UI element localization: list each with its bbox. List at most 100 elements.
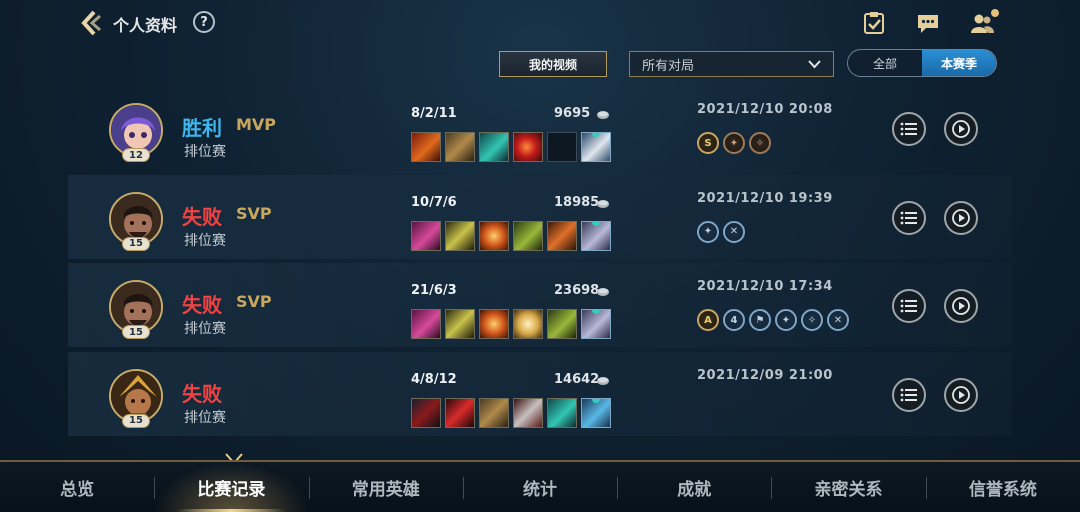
champion-level: 15 <box>122 236 150 251</box>
match-timestamp: 2021/12/10 19:39 <box>697 190 833 206</box>
achievement-badges: S ✦ ✧ <box>697 132 771 154</box>
item-slot[interactable] <box>479 397 509 428</box>
trinket-slot[interactable] <box>581 309 611 340</box>
task-check-icon[interactable] <box>861 10 887 36</box>
item-slot[interactable] <box>445 309 475 340</box>
match-detail-button[interactable] <box>892 377 926 412</box>
tab-common-heroes[interactable]: 常用英雄 <box>308 462 463 512</box>
match-type-select[interactable]: 所有对局 <box>629 51 834 77</box>
item-slot[interactable] <box>513 397 543 428</box>
list-icon <box>900 299 917 313</box>
season-toggle[interactable]: 全部 本赛季 <box>847 49 997 77</box>
tab-match-history[interactable]: 比赛记录 <box>154 462 309 512</box>
item-slot[interactable] <box>547 397 577 428</box>
match-row[interactable]: 12 胜利 MVP 排位赛 8/2/11 9695 2021/12/10 20:… <box>68 86 1012 170</box>
replay-button[interactable] <box>944 377 978 412</box>
replay-button[interactable] <box>944 112 978 146</box>
chat-icon[interactable] <box>915 10 941 36</box>
item-slot[interactable] <box>547 220 577 251</box>
item-slot[interactable] <box>445 132 475 162</box>
gold-coin-icon <box>597 288 609 297</box>
item-slot[interactable] <box>513 132 543 162</box>
tab-honor-system[interactable]: 信誉系统 <box>925 462 1080 512</box>
gold-earned: 23698 <box>554 283 600 299</box>
chevron-left-icon[interactable] <box>80 10 104 36</box>
item-slot-empty[interactable] <box>547 132 577 162</box>
trinket-slot[interactable] <box>581 397 611 428</box>
badge-icon: 4 <box>723 309 745 332</box>
trinket-slot[interactable] <box>581 132 611 162</box>
match-detail-button[interactable] <box>892 200 926 235</box>
badge-icon: ✦ <box>697 220 719 243</box>
match-row[interactable]: 15 失败 SVP 排位赛 21/6/3 23698 2021/12/10 17… <box>68 263 1012 348</box>
kda: 21/6/3 <box>411 283 457 299</box>
season-option-current[interactable]: 本赛季 <box>922 50 996 76</box>
item-slot[interactable] <box>445 397 475 428</box>
gold-coin-icon <box>597 111 609 119</box>
match-row[interactable]: 15 失败 排位赛 4/8/12 14642 2021/12/09 21:00 <box>68 351 1012 436</box>
badge-icon: ✧ <box>749 132 771 154</box>
item-slot[interactable] <box>479 220 509 251</box>
item-slot[interactable] <box>445 220 475 251</box>
match-result: 胜利 <box>182 116 222 140</box>
achievement-badges: A 4 ⚑ ✦ ✧ ✕ <box>697 309 849 332</box>
replay-icon <box>952 297 970 316</box>
match-result: 失败 <box>182 204 222 229</box>
tab-statistics[interactable]: 统计 <box>462 462 617 512</box>
svp-tag: SVP <box>236 292 272 312</box>
my-video-button[interactable]: 我的视频 <box>499 51 607 77</box>
top-bar: 个人资料 ? <box>0 0 1080 46</box>
replay-button[interactable] <box>944 289 978 324</box>
item-slot[interactable] <box>411 397 441 428</box>
notification-dot <box>991 9 999 17</box>
season-option-all[interactable]: 全部 <box>848 50 922 76</box>
item-slot[interactable] <box>411 309 441 340</box>
game-mode: 排位赛 <box>184 409 226 426</box>
tab-achievements[interactable]: 成就 <box>617 462 771 512</box>
match-result: 失败 <box>182 293 222 318</box>
item-slot[interactable] <box>513 309 543 340</box>
bottom-nav: 总览 比赛记录 常用英雄 统计 成就 亲密关系 信誉系统 <box>0 460 1080 512</box>
list-icon <box>900 122 917 136</box>
item-build <box>411 309 611 340</box>
tab-overview[interactable]: 总览 <box>0 462 154 512</box>
tab-relationships[interactable]: 亲密关系 <box>771 462 925 512</box>
gold-coin-icon <box>597 376 609 385</box>
badge-icon: S <box>697 132 719 154</box>
badge-icon: ✕ <box>827 309 849 332</box>
kda: 10/7/6 <box>411 194 457 210</box>
match-detail-button[interactable] <box>892 289 926 324</box>
badge-icon: ⚑ <box>749 309 771 332</box>
replay-icon <box>952 208 970 227</box>
champion-level: 15 <box>122 413 150 428</box>
match-result: 失败 <box>182 381 222 406</box>
item-slot[interactable] <box>513 220 543 251</box>
match-timestamp: 2021/12/09 21:00 <box>697 367 833 383</box>
item-slot[interactable] <box>411 220 441 251</box>
game-mode: 排位赛 <box>184 232 226 249</box>
trinket-slot[interactable] <box>581 220 611 251</box>
match-detail-button[interactable] <box>892 112 926 146</box>
badge-icon: ✕ <box>723 220 745 243</box>
item-build <box>411 132 611 162</box>
item-build <box>411 397 611 428</box>
achievement-badges: ✦ ✕ <box>697 220 745 243</box>
gold-earned: 9695 <box>554 106 591 121</box>
replay-button[interactable] <box>944 200 978 235</box>
game-mode: 排位赛 <box>184 144 226 160</box>
chevron-down-icon <box>808 60 821 69</box>
match-row[interactable]: 15 失败 SVP 排位赛 10/7/6 18985 2021/12/10 19… <box>68 174 1012 259</box>
replay-icon <box>952 120 970 138</box>
item-slot[interactable] <box>411 132 441 162</box>
svp-tag: SVP <box>236 203 272 223</box>
item-slot[interactable] <box>547 309 577 340</box>
item-build <box>411 220 611 251</box>
match-type-value: 所有对局 <box>642 58 695 74</box>
badge-icon: ✧ <box>801 309 823 332</box>
help-button[interactable]: ? <box>193 11 215 33</box>
gold-coin-icon <box>597 199 609 208</box>
item-slot[interactable] <box>479 309 509 340</box>
kda: 4/8/12 <box>411 371 457 387</box>
item-slot[interactable] <box>479 132 509 162</box>
badge-icon: A <box>697 309 719 332</box>
